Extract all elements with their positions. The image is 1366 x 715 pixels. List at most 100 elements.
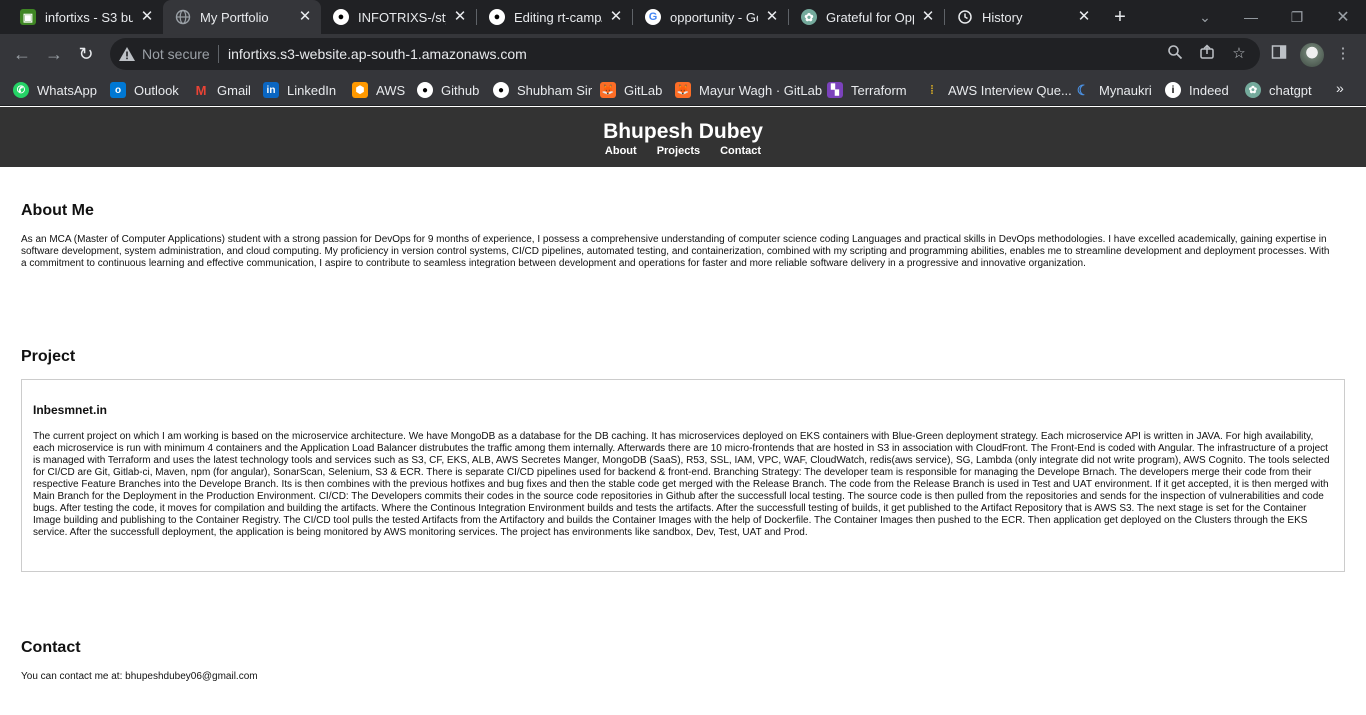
warning-icon[interactable] <box>118 45 136 63</box>
bookmark-label: GitLab <box>624 82 663 98</box>
bookmark-label: AWS <box>376 82 406 98</box>
gitlab-icon: 🦊 <box>600 82 616 98</box>
contact-text: You can contact me at: bhupeshdubey06@gm… <box>21 671 258 682</box>
bookmark-indeed[interactable]: i Indeed <box>1165 81 1229 99</box>
back-button[interactable]: ← <box>9 41 35 67</box>
bookmark-star-icon[interactable]: ☆ <box>1229 44 1249 64</box>
maximize-button[interactable]: ❐ <box>1274 0 1320 34</box>
tab-title: Grateful for Opp <box>826 9 914 25</box>
close-icon[interactable]: ✕ <box>452 9 468 25</box>
url-text[interactable]: infortixs.s3-website.ap-south-1.amazonaw… <box>228 46 527 62</box>
browser-tab-strip: ▣ infortixs - S3 buck ✕ My Portfolio ✕ ●… <box>0 0 1366 34</box>
tab-title: infortixs - S3 buck <box>45 9 133 25</box>
bookmarks-bar: ✆ WhatsApp o Outlook M Gmail in LinkedIn… <box>0 74 1366 106</box>
google-icon: G <box>645 9 661 25</box>
s3-bucket-icon: ▣ <box>20 9 36 25</box>
bookmark-label: Gmail <box>217 82 251 98</box>
tab-title: History <box>982 9 1023 25</box>
github-icon: ● <box>333 9 349 25</box>
bookmark-label: Github <box>441 82 480 98</box>
naukri-icon: ☾ <box>1076 81 1090 98</box>
openai-icon: ✿ <box>1245 82 1261 98</box>
github-icon: ● <box>417 82 433 98</box>
tab-history[interactable]: History ✕ <box>945 0 1100 34</box>
project-card: Inbesmnet.in The current project on whic… <box>21 379 1345 572</box>
tab-title: opportunity - Go <box>670 9 758 25</box>
info-icon: i <box>1165 82 1181 98</box>
project-title: Inbesmnet.in <box>33 403 108 417</box>
address-divider <box>218 45 219 63</box>
bookmark-terraform[interactable]: ▚ Terraform <box>827 81 907 99</box>
project-description: The current project on which I am workin… <box>33 431 1330 538</box>
contact-heading: Contact <box>21 639 81 656</box>
nav-link-projects[interactable]: Projects <box>657 145 700 157</box>
close-icon[interactable]: ✕ <box>920 9 936 25</box>
tab-title: INFOTRIXS-/style <box>358 9 446 25</box>
bookmark-outlook[interactable]: o Outlook <box>110 81 179 99</box>
tab-title: My Portfolio <box>200 9 269 25</box>
bookmark-label: Mayur Wagh · GitLab <box>699 82 823 98</box>
new-tab-button[interactable]: + <box>1109 6 1131 28</box>
close-icon[interactable]: ✕ <box>608 9 624 25</box>
tab-grateful[interactable]: ✿ Grateful for Opp ✕ <box>789 0 944 34</box>
close-icon[interactable]: ✕ <box>1076 9 1092 25</box>
bookmark-label: chatgpt <box>1269 82 1312 98</box>
bookmark-chatgpt[interactable]: ✿ chatgpt <box>1245 81 1312 99</box>
aws-icon: ⬢ <box>352 82 368 98</box>
bookmark-label: Outlook <box>134 82 179 98</box>
globe-icon <box>175 9 191 25</box>
about-heading: About Me <box>21 202 94 219</box>
nav-link-about[interactable]: About <box>605 145 637 157</box>
close-window-button[interactable]: ✕ <box>1320 0 1366 34</box>
site-title: Bhupesh Dubey <box>603 120 763 143</box>
bookmark-whatsapp[interactable]: ✆ WhatsApp <box>13 81 97 99</box>
bookmarks-overflow-icon[interactable]: » <box>1336 80 1344 96</box>
close-icon[interactable]: ✕ <box>297 9 313 25</box>
project-heading: Project <box>21 348 76 365</box>
zoom-icon[interactable] <box>1165 44 1185 64</box>
bookmark-linkedin[interactable]: in LinkedIn <box>263 81 336 99</box>
reload-button[interactable]: ↻ <box>73 41 99 67</box>
whatsapp-icon: ✆ <box>13 82 29 98</box>
tab-my-portfolio[interactable]: My Portfolio ✕ <box>163 0 321 34</box>
not-secure-label[interactable]: Not secure <box>142 46 210 62</box>
bookmark-label: Shubham Sir <box>517 82 593 98</box>
gmail-icon: M <box>195 82 207 98</box>
github-icon: ● <box>489 9 505 25</box>
forward-button[interactable]: → <box>41 41 67 67</box>
bookmark-github[interactable]: ● Github <box>417 81 479 99</box>
tab-editing-rt-camp[interactable]: ● Editing rt-camp/f ✕ <box>477 0 632 34</box>
bookmark-shubham-sir[interactable]: ● Shubham Sir <box>493 81 592 99</box>
bookmark-icon: ⁞ <box>930 83 934 97</box>
nav-link-contact[interactable]: Contact <box>720 145 761 157</box>
profile-avatar[interactable] <box>1300 43 1324 67</box>
bookmark-label: AWS Interview Que... <box>948 82 1072 98</box>
tab-s3-bucket[interactable]: ▣ infortixs - S3 buck ✕ <box>8 0 163 34</box>
about-text: As an MCA (Master of Computer Applicatio… <box>21 234 1330 269</box>
bookmark-gmail[interactable]: M Gmail <box>193 81 251 99</box>
bookmark-gitlab[interactable]: 🦊 GitLab <box>600 81 662 99</box>
bookmark-label: WhatsApp <box>37 82 97 98</box>
tab-infotrixs-style[interactable]: ● INFOTRIXS-/style ✕ <box>321 0 476 34</box>
bookmark-label: Indeed <box>1189 82 1229 98</box>
site-header: Bhupesh Dubey About Projects Contact <box>0 107 1366 167</box>
bookmark-label: Terraform <box>851 82 907 98</box>
menu-kebab-icon[interactable]: ⋮ <box>1333 44 1353 64</box>
web-page: Bhupesh Dubey About Projects Contact Abo… <box>0 107 1366 715</box>
side-panel-icon[interactable] <box>1269 44 1289 64</box>
tab-opportunity-google[interactable]: G opportunity - Go ✕ <box>633 0 788 34</box>
address-bar[interactable]: Not secure infortixs.s3-website.ap-south… <box>110 38 1260 70</box>
tab-search-chevron-icon[interactable]: ⌄ <box>1182 0 1228 34</box>
bookmark-aws-interview[interactable]: ⁞ AWS Interview Que... <box>924 81 1072 99</box>
linkedin-icon: in <box>263 82 279 98</box>
close-icon[interactable]: ✕ <box>764 9 780 25</box>
bookmark-mynaukri[interactable]: ☾ Mynaukri <box>1075 81 1152 99</box>
bookmark-mayur-wagh-gitlab[interactable]: 🦊 Mayur Wagh · GitLab <box>675 81 822 99</box>
minimize-button[interactable]: — <box>1228 0 1274 34</box>
gitlab-icon: 🦊 <box>675 82 691 98</box>
close-icon[interactable]: ✕ <box>139 9 155 25</box>
bookmark-label: Mynaukri <box>1099 82 1152 98</box>
github-icon: ● <box>493 82 509 98</box>
share-icon[interactable] <box>1197 44 1217 64</box>
bookmark-aws[interactable]: ⬢ AWS <box>352 81 405 99</box>
